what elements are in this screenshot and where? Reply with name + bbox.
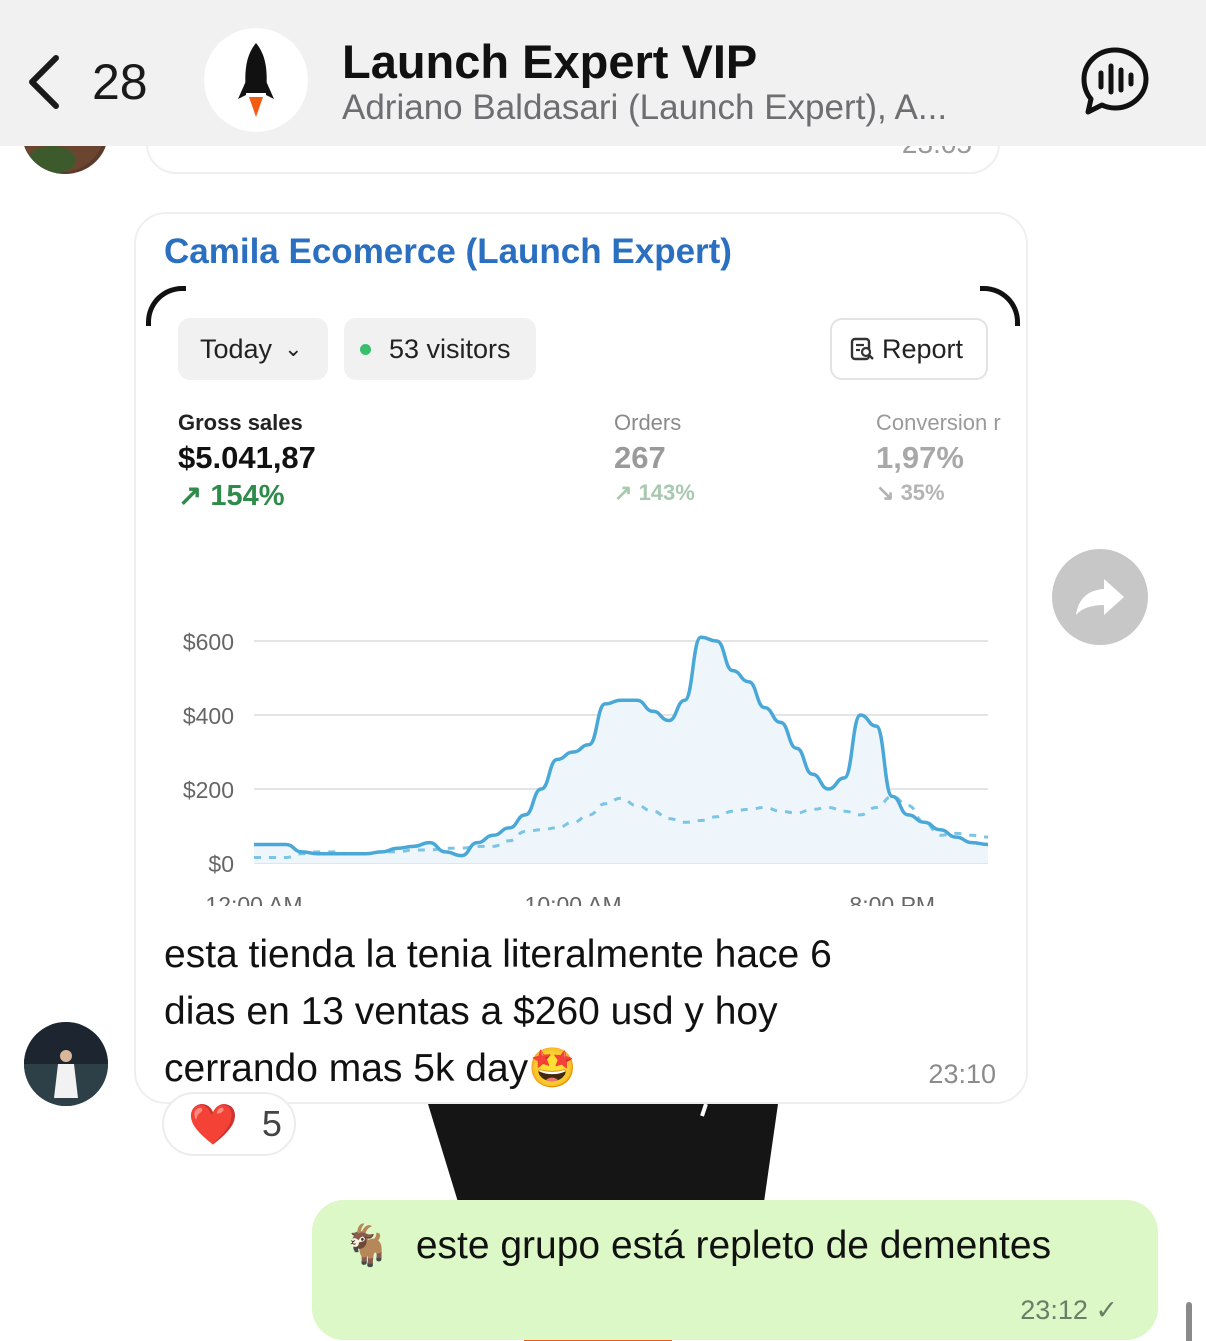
live-indicator-icon — [360, 343, 371, 355]
metric-label: Gross sales — [178, 410, 303, 435]
message-time: 23:10 — [928, 1059, 996, 1089]
metric-label: Orders — [614, 410, 682, 435]
date-filter-dropdown[interactable]: Today ⌄ — [178, 318, 328, 380]
y-tick-label: $200 — [183, 777, 234, 803]
date-filter-label: Today — [200, 333, 273, 364]
y-tick-label: $400 — [183, 703, 234, 729]
series-area-fill — [254, 637, 988, 863]
sent-message-body: este grupo está repleto de dementes — [415, 1223, 1052, 1267]
y-tick-label: $600 — [183, 629, 234, 655]
x-tick-label: 10:00 AM — [525, 892, 622, 906]
message-line: esta tienda la tenia literalmente hace 6 — [164, 933, 832, 976]
gross-sales-value: $5.041,87 — [178, 440, 316, 475]
heart-icon: ❤️ — [188, 1102, 238, 1147]
screen-corner — [146, 286, 186, 326]
sender-avatar[interactable] — [24, 1022, 108, 1106]
gross-sales-change: ↗ 154% — [178, 480, 285, 512]
conversion-value: 1,97% — [876, 440, 964, 475]
orders-value: 267 — [614, 440, 666, 475]
forward-button[interactable] — [1052, 549, 1148, 645]
chevron-down-icon: ⌄ — [284, 336, 303, 361]
sender-name[interactable]: Camila Ecomerce (Launch Expert) — [164, 232, 732, 272]
chat-header: 28 Launch Expert VIP Adriano Baldasari (… — [0, 0, 1206, 146]
voice-chat-icon — [1081, 47, 1149, 115]
scrollbar[interactable] — [1186, 1302, 1192, 1341]
back-button[interactable]: 28 — [24, 44, 164, 120]
voice-chat-button[interactable] — [1080, 46, 1150, 116]
sent-message-time: 23:12 ✓ — [1020, 1295, 1118, 1325]
reaction-count: 5 — [261, 1103, 282, 1144]
x-tick-label: 8:00 PM — [849, 892, 935, 906]
metric-label: Conversion r — [876, 410, 1001, 435]
arrow-down-right-icon: ↘ — [876, 480, 895, 505]
visitors-badge[interactable]: 53 visitors — [344, 318, 536, 380]
share-arrow-icon — [1076, 579, 1124, 615]
x-tick-label: 12:00 AM — [205, 892, 302, 906]
message-text[interactable]: esta tienda la tenia literalmente hace 6… — [164, 926, 934, 1097]
avatar-photo — [24, 1022, 108, 1106]
sales-line-chart: $600 $400 $200 $0 12:00 AM 10:00 AM 8:00 PM — [183, 629, 989, 906]
chat-title[interactable]: Launch Expert VIP — [342, 34, 757, 89]
rocket-icon — [238, 43, 274, 117]
sent-message-bubble[interactable]: 🐐 este grupo está repleto de dementes 23… — [312, 1200, 1158, 1340]
message-line: dias en 13 ventas a $260 usd y hoy — [164, 990, 778, 1033]
shared-screenshot[interactable]: Today ⌄ 53 visitors Report Gross sales $… — [146, 286, 1020, 906]
screen-corner — [980, 286, 1020, 326]
group-avatar[interactable] — [204, 28, 308, 132]
chat-members[interactable]: Adriano Baldasari (Launch Expert), A... — [342, 88, 1002, 128]
checkmark-icon: ✓ — [1095, 1295, 1118, 1325]
visitors-label: 53 visitors — [389, 333, 511, 364]
conversion-change: ↘ 35% — [876, 480, 945, 505]
arrow-up-right-icon: ↗ — [614, 480, 633, 505]
y-tick-label: $0 — [208, 851, 234, 877]
report-search-icon — [850, 337, 874, 361]
chat-area[interactable]: 23:05 Camila Ecomerce (Launch Expert) To… — [0, 92, 1206, 1341]
unread-count: 28 — [92, 54, 148, 110]
reaction-badge[interactable]: ❤️ 5 — [162, 1092, 296, 1156]
report-label: Report — [882, 333, 964, 364]
message-line: cerrando mas 5k day🤩 — [164, 1047, 577, 1090]
orders-change: ↗ 143% — [614, 480, 695, 505]
arrow-up-right-icon: ↗ — [178, 480, 203, 512]
next-image-preview — [428, 1104, 778, 1202]
star-struck-emoji: 🤩 — [528, 1047, 577, 1090]
goat-emoji: 🐐 — [342, 1224, 392, 1268]
sent-message-text: 🐐 este grupo está repleto de dementes — [342, 1222, 1051, 1269]
chevron-left-icon — [29, 55, 59, 109]
received-message-bubble[interactable]: Camila Ecomerce (Launch Expert) Today ⌄ … — [134, 212, 1028, 1104]
report-button[interactable]: Report — [830, 318, 988, 380]
